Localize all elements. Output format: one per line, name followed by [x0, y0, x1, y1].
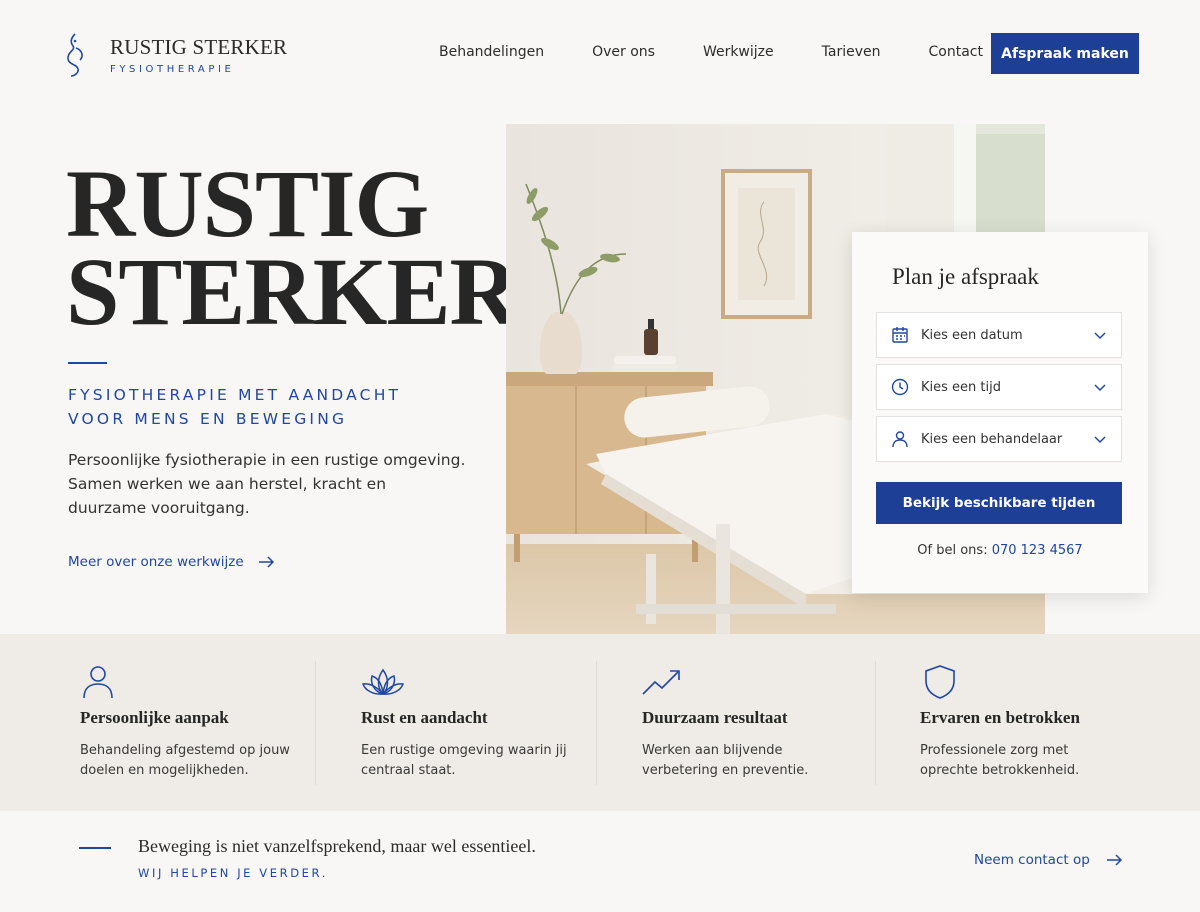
- calendar-icon: [892, 327, 908, 343]
- hero-subtitle-line-2: VOOR MENS EN BEWEGING: [68, 410, 348, 428]
- feature-text: Werken aan blijvende verbetering en prev…: [642, 743, 809, 778]
- time-select[interactable]: Kies een tijd: [876, 364, 1122, 410]
- feature-title: Ervaren en betrokken: [920, 708, 1080, 727]
- hero-divider: [68, 362, 107, 364]
- nav-item-over-ons[interactable]: Over ons: [592, 44, 655, 60]
- date-select-label: Kies een datum: [921, 327, 1023, 343]
- logo[interactable]: RUSTIG STERKER FYSIOTHERAPIE: [62, 32, 287, 78]
- time-select-label: Kies een tijd: [921, 379, 1001, 395]
- logo-name: RUSTIG STERKER: [110, 35, 288, 59]
- chevron-down-icon: [1094, 384, 1106, 392]
- logo-figure-icon: [67, 33, 83, 77]
- person-icon: [83, 666, 113, 699]
- therapist-select[interactable]: Kies een behandelaar: [876, 416, 1122, 462]
- shield-icon: [925, 665, 955, 699]
- chevron-down-icon: [1094, 436, 1106, 444]
- booking-card: Plan je afspraak Kies een datum Kies een…: [852, 232, 1148, 593]
- arrow-right-icon: [258, 556, 274, 568]
- nav-item-tarieven[interactable]: Tarieven: [822, 44, 881, 60]
- hero-title-line-1: RUSTIG: [66, 150, 429, 257]
- phone-number-link[interactable]: 070 123 4567: [992, 543, 1083, 558]
- clock-icon: [891, 378, 909, 396]
- nav-item-behandelingen[interactable]: Behandelingen: [439, 44, 544, 60]
- feature-text: Behandeling afgestemd op jouw doelen en …: [80, 743, 290, 778]
- feature-title: Duurzaam resultaat: [642, 708, 788, 727]
- show-available-times-button[interactable]: Bekijk beschikbare tijden: [876, 482, 1122, 524]
- lotus-icon: [362, 668, 404, 696]
- nav-item-contact[interactable]: Contact: [928, 44, 982, 60]
- closing-subtitle: WIJ HELPEN JE VERDER.: [138, 866, 328, 880]
- trend-up-icon: [642, 670, 680, 695]
- feature-text: Professionele zorg met oprechte betrokke…: [920, 743, 1080, 778]
- closing-quote: Beweging is niet vanzelfsprekend, maar w…: [138, 836, 536, 856]
- feature-text: Een rustige omgeving waarin jij centraal…: [361, 743, 567, 778]
- contact-link-label: Neem contact op: [974, 852, 1090, 868]
- make-appointment-button[interactable]: Afspraak maken: [991, 33, 1139, 74]
- chevron-down-icon: [1094, 332, 1106, 340]
- arrow-right-icon: [1106, 854, 1122, 866]
- feature-divider: [875, 661, 876, 785]
- feature-divider: [596, 661, 597, 785]
- quote-divider: [79, 847, 111, 849]
- hero-subtitle: FYSIOTHERAPIE MET AANDACHT VOOR MENS EN …: [68, 383, 468, 431]
- main-nav: Behandelingen Over ons Werkwijze Tarieve…: [439, 44, 1031, 60]
- therapist-select-label: Kies een behandelaar: [921, 431, 1063, 447]
- hero-title-line-2: STERKER: [66, 238, 519, 345]
- booking-title: Plan je afspraak: [892, 264, 1039, 289]
- phone-line: Of bel ons: 070 123 4567: [852, 543, 1148, 558]
- working-method-link-label: Meer over onze werkwijze: [68, 554, 244, 570]
- working-method-link[interactable]: Meer over onze werkwijze: [68, 554, 274, 570]
- nav-item-werkwijze[interactable]: Werkwijze: [703, 44, 774, 60]
- date-select[interactable]: Kies een datum: [876, 312, 1122, 358]
- hero-body: Persoonlijke fysiotherapie in een rustig…: [68, 451, 466, 517]
- feature-title: Persoonlijke aanpak: [80, 708, 229, 727]
- logo-subtitle: FYSIOTHERAPIE: [110, 64, 235, 75]
- contact-link[interactable]: Neem contact op: [974, 852, 1122, 868]
- features-band: Persoonlijke aanpak Behandeling afgestem…: [0, 634, 1200, 811]
- feature-divider: [315, 661, 316, 785]
- feature-title: Rust en aandacht: [361, 708, 488, 727]
- hero-subtitle-line-1: FYSIOTHERAPIE MET AANDACHT: [68, 386, 402, 404]
- phone-prefix: Of bel ons:: [917, 543, 988, 558]
- hero-title: RUSTIG STERKER: [66, 150, 519, 345]
- person-icon: [892, 431, 908, 448]
